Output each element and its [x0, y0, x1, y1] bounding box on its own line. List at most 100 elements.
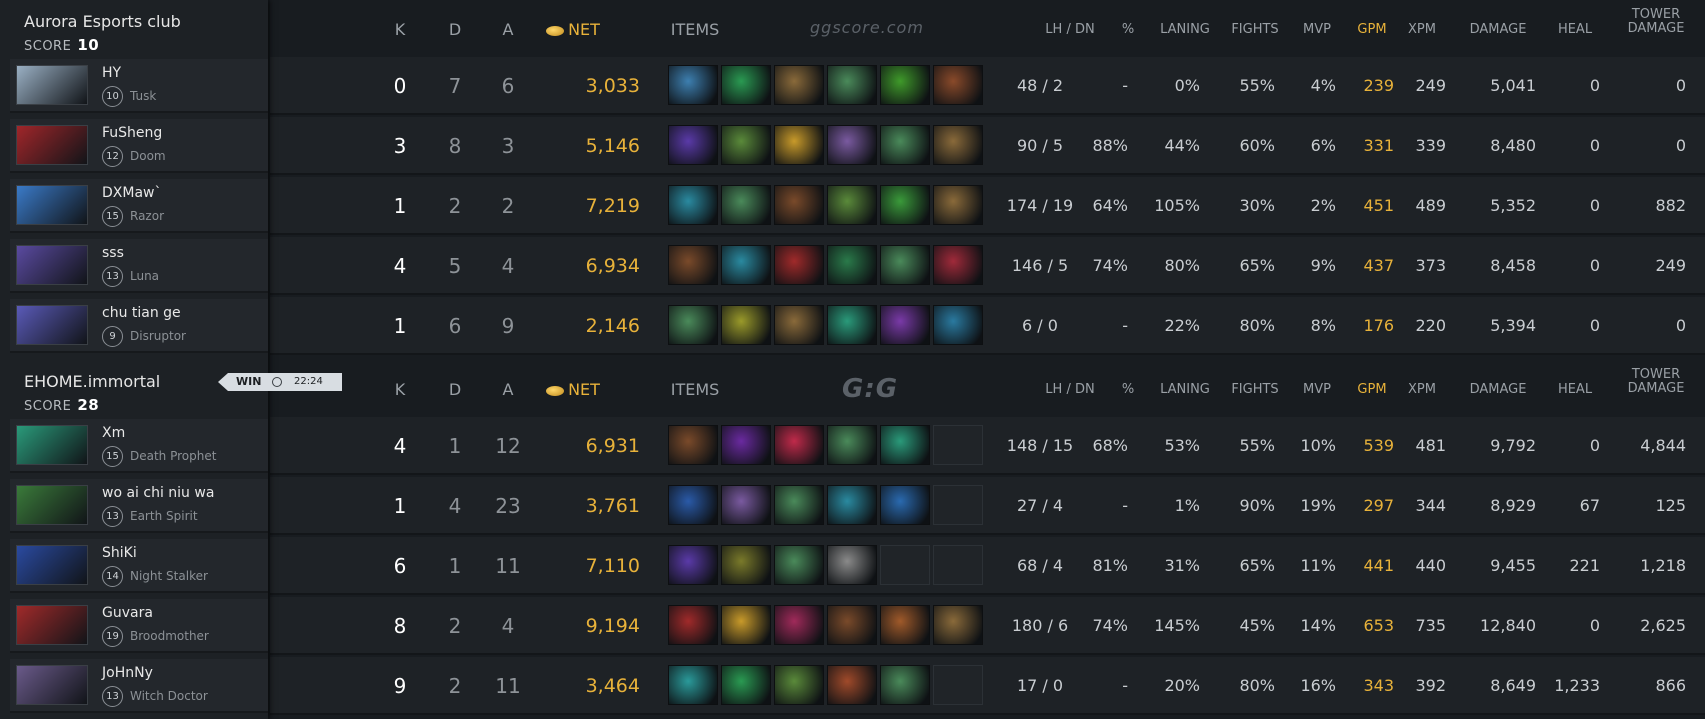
- header-d[interactable]: D: [435, 20, 475, 39]
- item-icon[interactable]: [668, 245, 718, 285]
- item-icon[interactable]: [933, 125, 983, 165]
- item-icon[interactable]: [668, 545, 718, 585]
- item-icon[interactable]: [668, 665, 718, 705]
- item-icon[interactable]: [880, 305, 930, 345]
- header-mvp[interactable]: MVP: [1293, 22, 1341, 37]
- item-icon[interactable]: [827, 125, 877, 165]
- item-icon[interactable]: [880, 125, 930, 165]
- item-icon[interactable]: [933, 305, 983, 345]
- header-laning[interactable]: LANING: [1150, 382, 1220, 397]
- item-icon[interactable]: [827, 65, 877, 105]
- item-icon[interactable]: [774, 665, 824, 705]
- player-card[interactable]: wo ai chi niu wa 13 Earth Spirit: [10, 479, 268, 533]
- item-icon[interactable]: [668, 125, 718, 165]
- header-tower-damage[interactable]: TOWER DAMAGE: [1618, 368, 1694, 396]
- item-icon[interactable]: [774, 125, 824, 165]
- item-icon[interactable]: [668, 65, 718, 105]
- player-card[interactable]: Xm 15 Death Prophet: [10, 419, 268, 473]
- header-k[interactable]: K: [380, 20, 420, 39]
- item-icon[interactable]: [721, 425, 771, 465]
- player-card[interactable]: HY 10 Tusk: [10, 59, 268, 113]
- header-xpm[interactable]: XPM: [1398, 382, 1446, 397]
- header-lhdn[interactable]: LH / DN: [1030, 22, 1110, 37]
- item-icon[interactable]: [668, 485, 718, 525]
- item-icon[interactable]: [880, 605, 930, 645]
- header-damage[interactable]: DAMAGE: [1458, 382, 1538, 397]
- header-xpm[interactable]: XPM: [1398, 22, 1446, 37]
- header-gpm[interactable]: GPM: [1348, 22, 1396, 37]
- item-icon[interactable]: [721, 485, 771, 525]
- player-card[interactable]: ShiKi 14 Night Stalker: [10, 539, 268, 593]
- header-items[interactable]: ITEMS: [665, 20, 725, 39]
- header-k[interactable]: K: [380, 380, 420, 399]
- item-icon[interactable]: [668, 305, 718, 345]
- item-icon[interactable]: [721, 185, 771, 225]
- team-name[interactable]: Aurora Esports club: [24, 12, 181, 31]
- item-icon[interactable]: [880, 245, 930, 285]
- player-name[interactable]: wo ai chi niu wa: [102, 485, 214, 501]
- item-icon[interactable]: [721, 125, 771, 165]
- header-tower-damage[interactable]: TOWER DAMAGE: [1618, 8, 1694, 36]
- player-name[interactable]: ShiKi: [102, 545, 137, 561]
- item-icon[interactable]: [774, 245, 824, 285]
- hero-portrait[interactable]: [16, 245, 88, 285]
- item-icon[interactable]: [721, 605, 771, 645]
- header-damage[interactable]: DAMAGE: [1458, 22, 1538, 37]
- item-icon[interactable]: [827, 245, 877, 285]
- hero-portrait[interactable]: [16, 425, 88, 465]
- item-icon[interactable]: [827, 185, 877, 225]
- hero-portrait[interactable]: [16, 125, 88, 165]
- item-icon[interactable]: [827, 425, 877, 465]
- player-card[interactable]: DXMaw` 15 Razor: [10, 179, 268, 233]
- hero-portrait[interactable]: [16, 65, 88, 105]
- player-card[interactable]: sss 13 Luna: [10, 239, 268, 293]
- header-net[interactable]: NET: [538, 380, 608, 399]
- header-pct[interactable]: %: [1108, 22, 1148, 37]
- item-icon[interactable]: [933, 65, 983, 105]
- player-name[interactable]: DXMaw`: [102, 185, 161, 201]
- item-icon[interactable]: [721, 65, 771, 105]
- header-mvp[interactable]: MVP: [1293, 382, 1341, 397]
- player-card[interactable]: JoHnNy 13 Witch Doctor: [10, 659, 268, 713]
- header-lhdn[interactable]: LH / DN: [1030, 382, 1110, 397]
- header-a[interactable]: A: [488, 20, 528, 39]
- item-icon[interactable]: [774, 545, 824, 585]
- player-name[interactable]: chu tian ge: [102, 305, 181, 321]
- header-pct[interactable]: %: [1108, 382, 1148, 397]
- item-icon[interactable]: [774, 425, 824, 465]
- item-icon[interactable]: [774, 605, 824, 645]
- header-a[interactable]: A: [488, 380, 528, 399]
- item-icon[interactable]: [721, 305, 771, 345]
- player-card[interactable]: chu tian ge 9 Disruptor: [10, 299, 268, 353]
- player-name[interactable]: sss: [102, 245, 124, 261]
- player-name[interactable]: Xm: [102, 425, 125, 441]
- header-fights[interactable]: FIGHTS: [1220, 382, 1290, 397]
- hero-portrait[interactable]: [16, 545, 88, 585]
- header-net[interactable]: NET: [538, 20, 608, 39]
- item-icon[interactable]: [668, 605, 718, 645]
- item-icon[interactable]: [827, 485, 877, 525]
- item-icon[interactable]: [880, 665, 930, 705]
- item-icon[interactable]: [774, 65, 824, 105]
- item-icon[interactable]: [774, 185, 824, 225]
- item-icon[interactable]: [827, 545, 877, 585]
- item-icon[interactable]: [721, 665, 771, 705]
- header-d[interactable]: D: [435, 380, 475, 399]
- header-heal[interactable]: HEAL: [1550, 382, 1600, 397]
- item-icon[interactable]: [933, 245, 983, 285]
- hero-portrait[interactable]: [16, 185, 88, 225]
- player-card[interactable]: FuSheng 12 Doom: [10, 119, 268, 173]
- hero-portrait[interactable]: [16, 605, 88, 645]
- header-laning[interactable]: LANING: [1150, 22, 1220, 37]
- item-icon[interactable]: [774, 305, 824, 345]
- player-card[interactable]: Guvara 19 Broodmother: [10, 599, 268, 653]
- item-icon[interactable]: [880, 65, 930, 105]
- header-fights[interactable]: FIGHTS: [1220, 22, 1290, 37]
- item-icon[interactable]: [933, 185, 983, 225]
- hero-portrait[interactable]: [16, 665, 88, 705]
- header-gpm[interactable]: GPM: [1348, 382, 1396, 397]
- header-items[interactable]: ITEMS: [665, 380, 725, 399]
- team-name[interactable]: EHOME.immortal: [24, 372, 160, 391]
- player-name[interactable]: Guvara: [102, 605, 153, 621]
- item-icon[interactable]: [827, 665, 877, 705]
